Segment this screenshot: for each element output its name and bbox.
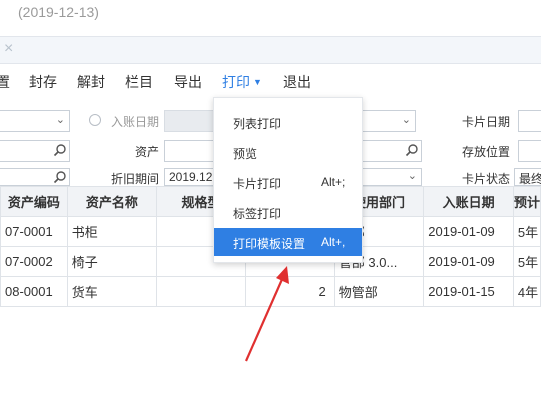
column-header-code[interactable]: 资产编码 <box>0 186 68 217</box>
search-icon[interactable] <box>53 143 67 157</box>
menu-item-card-print[interactable]: 卡片打印 Alt+; <box>214 168 362 196</box>
menu-item-label: 列表打印 <box>233 117 282 131</box>
cell-code: 07-0002 <box>0 246 68 277</box>
asset-field[interactable] <box>164 140 214 162</box>
menu-item-label: 打印模板设置 <box>233 237 306 251</box>
toolbar-item-exit[interactable]: 退出 <box>283 72 311 92</box>
filter-lookup-1[interactable] <box>0 140 70 162</box>
toolbar-item-print[interactable]: 打印 ▼ <box>222 72 262 92</box>
cell-code: 08-0001 <box>0 276 68 307</box>
menu-item-label: 标签打印 <box>233 207 282 221</box>
menu-item-preview[interactable]: 预览 <box>214 138 362 166</box>
search-icon[interactable] <box>53 170 67 184</box>
location-label: 存放位置 <box>462 145 511 159</box>
cell-life: 4年 <box>512 276 541 307</box>
menu-item-shortcut: Alt+, <box>321 235 346 249</box>
cell-date: 2019-01-09 <box>423 216 514 247</box>
toolbar-item-seal[interactable]: 封存 <box>29 72 57 92</box>
toolbar-item-settings[interactable]: 置 <box>0 72 10 92</box>
depr-period-field[interactable]: 2019.12 <box>164 168 214 186</box>
menu-item-shortcut: Alt+; <box>321 175 346 189</box>
menu-item-label: 卡片打印 <box>233 177 282 191</box>
table-row[interactable]: 08-0001 货车 2 物管部 2019-01-15 4年 <box>0 276 541 307</box>
toolbar: 置 封存 解封 栏目 导出 打印 ▼ 退出 <box>0 66 541 96</box>
report-date: (2019-12-13) <box>18 4 99 20</box>
cell-code: 07-0001 <box>0 216 68 247</box>
entry-date-label: 入账日期 <box>111 115 160 129</box>
menu-item-label-print[interactable]: 标签打印 <box>214 198 362 226</box>
location-field[interactable] <box>518 140 541 162</box>
cell-life: 5年 <box>512 216 541 247</box>
chevron-down-icon: ⌄ <box>55 114 65 126</box>
chevron-down-icon: ⌄ <box>401 114 411 126</box>
column-header-life[interactable]: 预计 <box>512 186 541 217</box>
card-date-field[interactable] <box>518 110 541 132</box>
cell-name: 椅子 <box>66 246 158 277</box>
menu-item-list-print[interactable]: 列表打印 <box>214 108 362 136</box>
menu-item-label: 预览 <box>233 147 258 161</box>
toolbar-item-unseal[interactable]: 解封 <box>77 72 105 92</box>
depr-period-label: 折旧期间 <box>111 172 160 186</box>
cell-date: 2019-01-09 <box>423 246 514 277</box>
tab-bar: × <box>0 36 541 64</box>
chevron-down-icon: ▼ <box>253 77 262 87</box>
toolbar-item-columns[interactable]: 栏目 <box>125 72 153 92</box>
filter-select-3[interactable]: ⌄ <box>362 168 422 186</box>
cell-date: 2019-01-15 <box>423 276 514 307</box>
asset-label: 资产 <box>135 145 160 159</box>
entry-date-radio[interactable] <box>89 114 101 126</box>
cell-dept: 物管部 <box>333 276 425 307</box>
column-header-name[interactable]: 资产名称 <box>66 186 158 217</box>
card-status-field[interactable]: 最终 <box>514 168 541 186</box>
cell-life: 5年 <box>512 246 541 277</box>
chevron-down-icon: ⌄ <box>407 170 417 182</box>
column-header-date[interactable]: 入账日期 <box>423 186 514 217</box>
cell-name: 书柜 <box>66 216 158 247</box>
close-icon[interactable]: × <box>4 40 13 58</box>
cell-qty: 2 <box>245 276 335 307</box>
toolbar-item-export[interactable]: 导出 <box>174 72 202 92</box>
filter-lookup-2[interactable] <box>362 140 422 162</box>
cell-spec <box>156 276 247 307</box>
menu-item-print-template-settings[interactable]: 打印模板设置 Alt+, <box>214 228 362 256</box>
card-date-label: 卡片日期 <box>462 115 511 129</box>
card-status-label: 卡片状态 <box>462 172 511 186</box>
filter-select-1[interactable]: ⌄ <box>0 110 70 132</box>
filter-select-2[interactable]: ⌄ <box>362 110 416 132</box>
print-label: 打印 <box>222 74 250 90</box>
filter-lookup-3[interactable] <box>0 168 70 186</box>
cell-name: 货车 <box>66 276 158 307</box>
entry-date-field <box>164 110 214 132</box>
print-dropdown-menu: 列表打印 预览 卡片打印 Alt+; 标签打印 打印模板设置 Alt+, <box>213 97 363 263</box>
search-icon[interactable] <box>405 143 419 157</box>
